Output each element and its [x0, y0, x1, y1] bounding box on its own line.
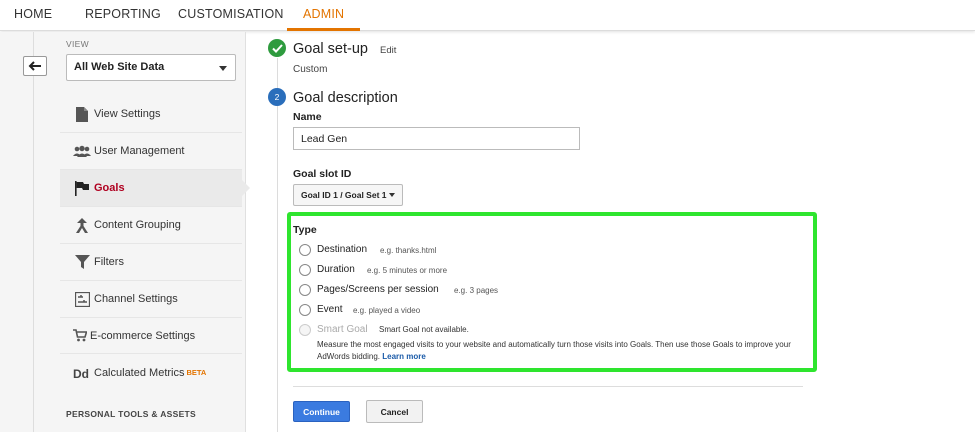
radio-pages-per-session[interactable] — [299, 284, 311, 296]
channel-settings-icon — [67, 291, 97, 307]
filter-icon — [67, 255, 97, 269]
option-smart-goal-label: Smart Goal — [317, 324, 368, 335]
option-duration-hint: e.g. 5 minutes or more — [367, 266, 448, 275]
edit-goal-setup-link[interactable]: Edit — [380, 45, 396, 56]
view-label: VIEW — [66, 39, 89, 49]
nav-home[interactable]: HOME — [14, 0, 52, 31]
cancel-button[interactable]: Cancel — [366, 400, 423, 423]
sidebar-item-label: User Management — [94, 145, 185, 157]
svg-text:Dd: Dd — [73, 367, 89, 379]
sidebar-item-user-management[interactable]: User Management — [60, 133, 242, 170]
radio-smart-goal — [299, 324, 311, 336]
chevron-down-icon — [219, 66, 227, 71]
left-rail — [0, 32, 60, 432]
sidebar-item-view-settings[interactable]: View Settings — [60, 96, 242, 133]
sidebar-item-calculated-metrics[interactable]: Dd Calculated Metrics BETA — [60, 354, 242, 391]
option-destination-hint: e.g. thanks.html — [380, 246, 437, 255]
goal-description-title: Goal description — [293, 90, 398, 106]
active-item-pointer — [241, 179, 250, 197]
top-navigation: HOME REPORTING CUSTOMISATION ADMIN — [0, 0, 975, 31]
goal-setup-value: Custom — [293, 64, 328, 75]
divider — [293, 386, 803, 387]
goal-slot-label: Goal slot ID — [293, 168, 352, 180]
rail-line — [33, 32, 34, 432]
view-selector[interactable]: All Web Site Data — [66, 54, 236, 81]
users-icon — [67, 145, 97, 157]
sidebar-item-label: View Settings — [94, 108, 161, 120]
sidebar-item-label: Goals — [94, 182, 125, 194]
option-smart-goal-hint: Smart Goal not available. — [379, 325, 469, 334]
goal-name-input[interactable] — [293, 127, 580, 150]
chevron-down-icon — [389, 193, 395, 197]
option-event-label: Event — [317, 304, 343, 315]
grouping-icon — [67, 217, 97, 233]
type-label: Type — [293, 224, 317, 236]
radio-destination[interactable] — [299, 244, 311, 256]
sidebar-item-label: Filters — [94, 256, 124, 268]
sidebar-item-label: Calculated Metrics — [94, 366, 185, 379]
option-pages-hint: e.g. 3 pages — [454, 286, 499, 295]
arrow-left-icon — [28, 61, 41, 71]
back-button[interactable] — [23, 56, 47, 76]
step-connector-line — [277, 58, 278, 432]
step-complete-icon — [268, 39, 286, 57]
radio-duration[interactable] — [299, 264, 311, 276]
smart-goal-description: Measure the most engaged visits to your … — [317, 339, 807, 363]
sidebar-item-content-grouping[interactable]: Content Grouping — [60, 207, 242, 244]
option-event-hint: e.g. played a video — [353, 306, 421, 315]
learn-more-link[interactable]: Learn more — [382, 352, 426, 361]
nav-reporting[interactable]: REPORTING — [85, 0, 161, 31]
radio-event[interactable] — [299, 304, 311, 316]
option-duration-label: Duration — [317, 264, 355, 275]
goal-slot-dropdown[interactable]: Goal ID 1 / Goal Set 1 — [293, 184, 403, 206]
personal-tools-heading: PERSONAL TOOLS & ASSETS — [66, 409, 197, 419]
nav-customisation[interactable]: CUSTOMISATION — [178, 0, 284, 31]
sidebar-item-label: Content Grouping — [94, 219, 181, 231]
sidebar-item-filters[interactable]: Filters — [60, 244, 242, 281]
goal-slot-value: Goal ID 1 / Goal Set 1 — [301, 190, 387, 200]
sidebar-item-label: E-commerce Settings — [90, 329, 196, 342]
option-pages-label: Pages/Screens per session — [317, 284, 439, 295]
name-label: Name — [293, 111, 322, 123]
view-selected-value: All Web Site Data — [74, 61, 165, 73]
dd-icon: Dd — [67, 367, 97, 379]
option-destination-label: Destination — [317, 244, 368, 255]
sidebar-item-channel-settings[interactable]: Channel Settings — [60, 281, 242, 318]
sidebar-item-label: Channel Settings — [94, 293, 178, 305]
document-icon — [67, 106, 97, 122]
sidebar-item-goals[interactable]: Goals — [60, 170, 242, 207]
beta-badge: BETA — [186, 368, 207, 377]
continue-button[interactable]: Continue — [293, 401, 350, 422]
nav-admin[interactable]: ADMIN — [287, 0, 361, 31]
step-number-badge: 2 — [268, 88, 286, 106]
goal-setup-title: Goal set-up — [293, 41, 368, 57]
sidebar-item-ecommerce-settings[interactable]: E-commerce Settings — [60, 318, 242, 354]
flag-icon — [67, 180, 97, 196]
